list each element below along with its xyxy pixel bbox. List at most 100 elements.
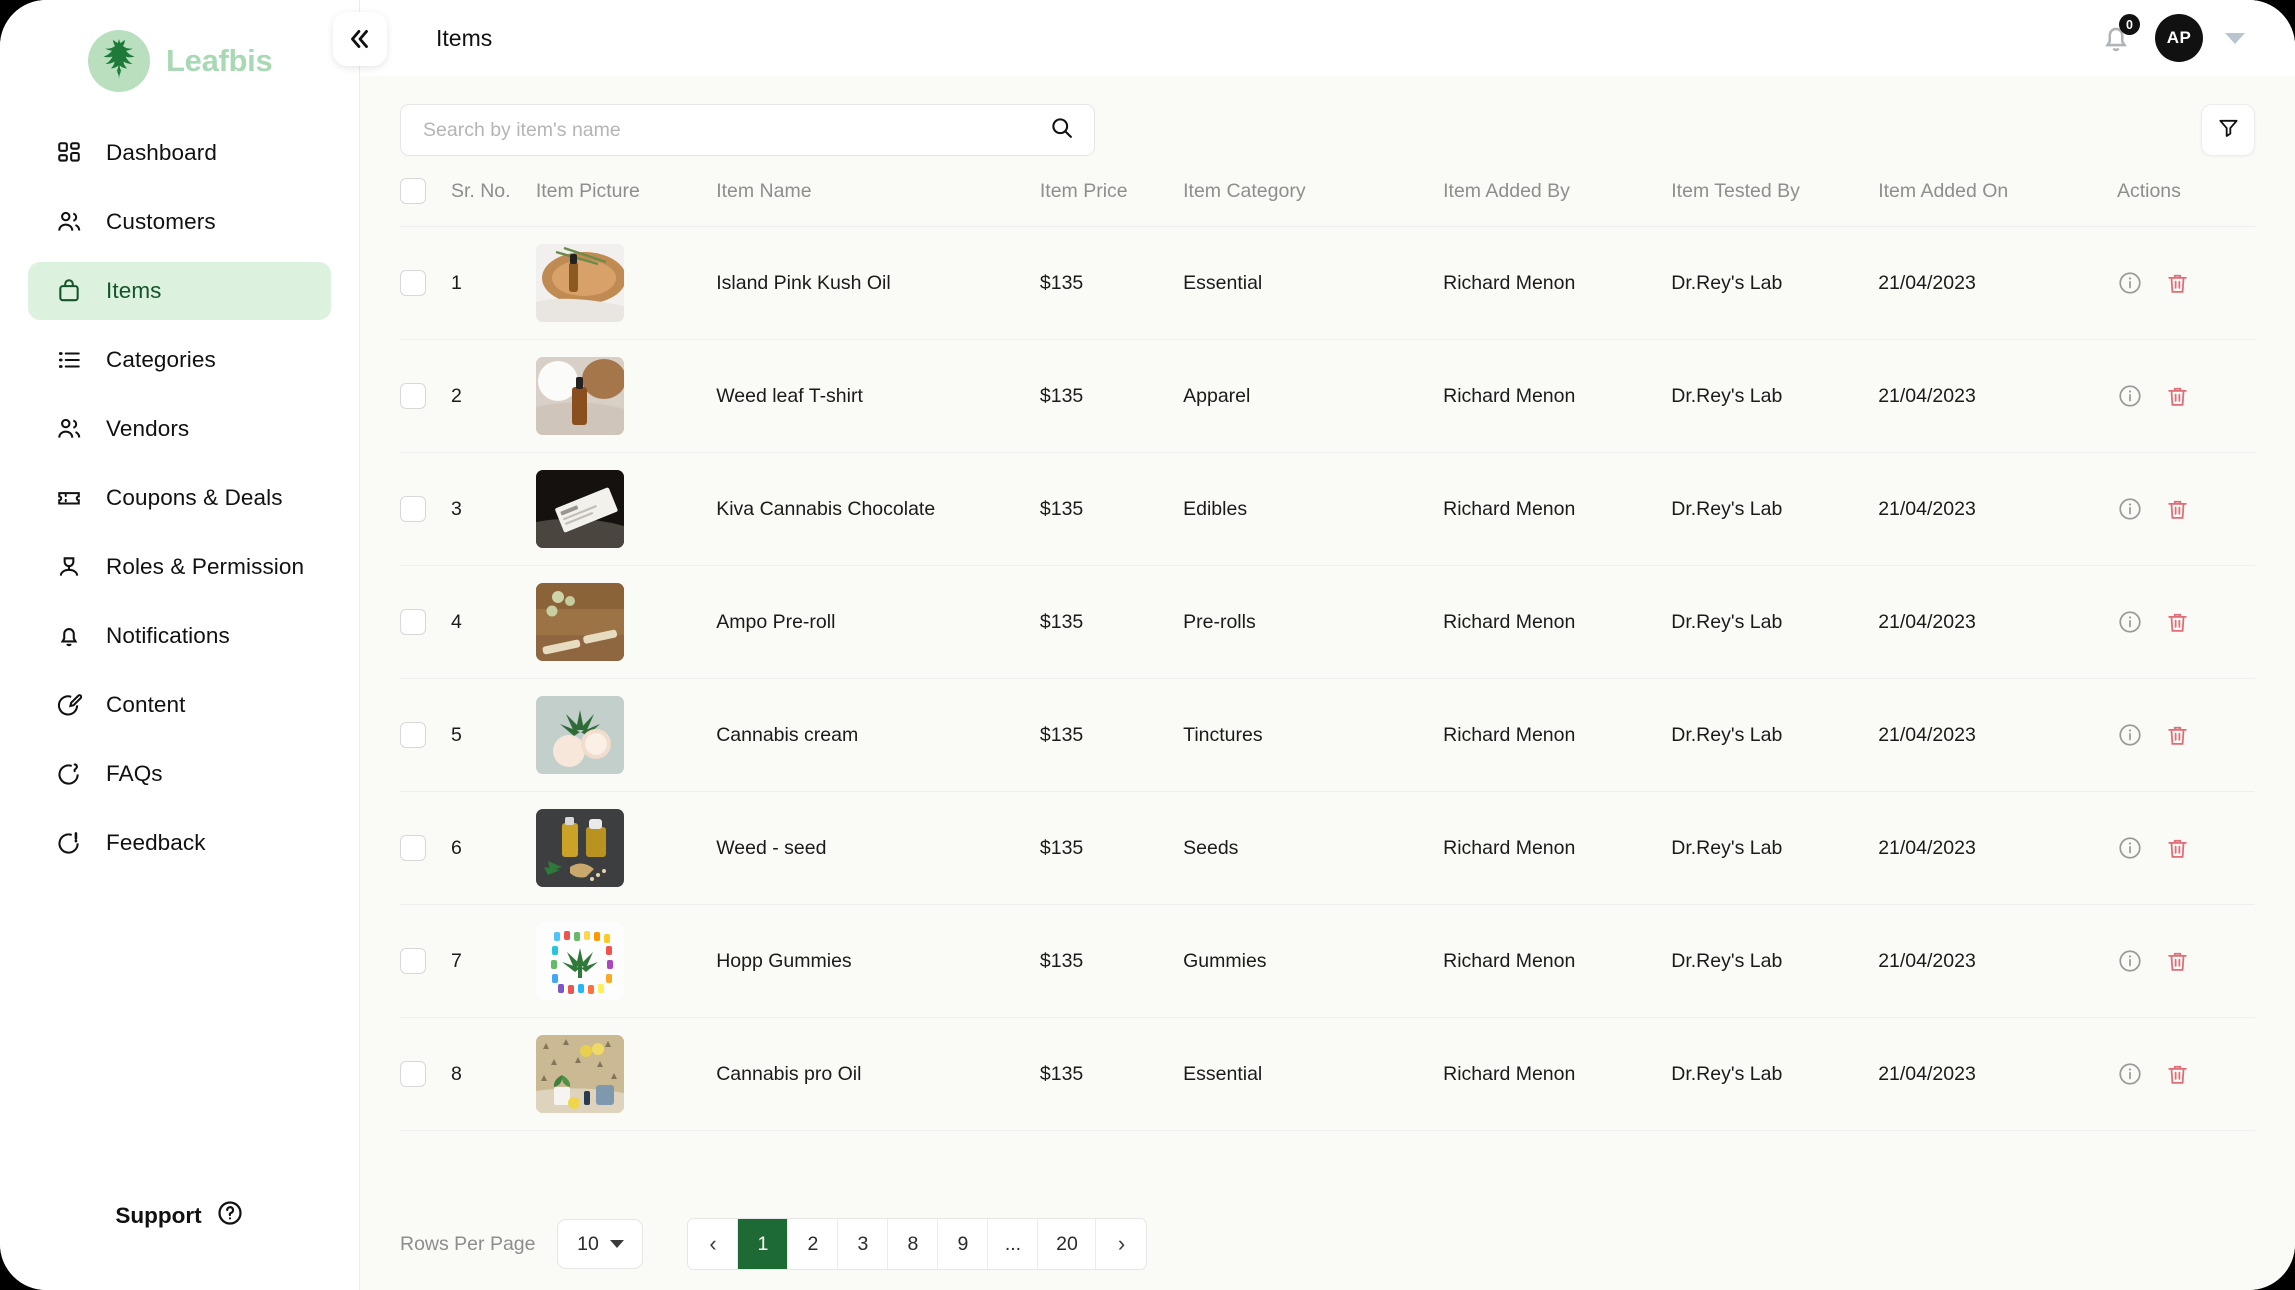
page-button-3[interactable]: 3: [838, 1219, 889, 1269]
column-header-item-added-on[interactable]: Item Added On: [1878, 178, 2117, 227]
page-ellipsis: ...: [988, 1219, 1039, 1269]
brand-logo[interactable]: Leafbis: [0, 0, 359, 96]
column-header-item-added-by[interactable]: Item Added By: [1443, 178, 1672, 227]
info-circle-icon[interactable]: [2117, 383, 2143, 409]
sidebar-item-categories[interactable]: Categories: [28, 331, 331, 389]
column-header-item-price[interactable]: Item Price: [1039, 178, 1184, 227]
sidebar-item-label: FAQs: [106, 761, 163, 786]
search-icon[interactable]: [1049, 115, 1074, 145]
sidebar-item-vendors[interactable]: Vendors: [28, 400, 331, 458]
info-circle-icon[interactable]: [2117, 496, 2143, 522]
page-title: Items: [436, 24, 493, 51]
chevron-down-icon[interactable]: [2225, 32, 2245, 44]
info-circle-icon[interactable]: [2117, 722, 2143, 748]
chevrons-left-icon[interactable]: [333, 12, 387, 66]
row-checkbox[interactable]: [400, 270, 426, 296]
trash-icon[interactable]: [2165, 1062, 2190, 1087]
page-button-2[interactable]: 2: [788, 1219, 839, 1269]
info-circle-icon[interactable]: [2117, 1061, 2143, 1087]
cell-item-picture: [535, 1017, 717, 1131]
table-row[interactable]: 5 Cannabis cream $135 Tinctures Richard …: [400, 678, 2255, 792]
row-select-cell: [400, 678, 451, 792]
row-checkbox[interactable]: [400, 1061, 426, 1087]
sidebar-item-notifications[interactable]: Notifications: [28, 607, 331, 665]
rows-per-page-value: 10: [577, 1232, 599, 1255]
row-checkbox[interactable]: [400, 835, 426, 861]
cell-sr-no: 3: [450, 452, 536, 566]
avatar[interactable]: AP: [2155, 14, 2203, 62]
select-all-checkbox[interactable]: [400, 178, 426, 204]
trash-icon[interactable]: [2165, 836, 2190, 861]
table-row[interactable]: 2 Weed leaf T-shirt $135 Apparel Richard…: [400, 339, 2255, 453]
select-all-header: [400, 178, 451, 227]
app-window: Leafbis Dashboard Customers Items Catego…: [0, 0, 2295, 1290]
page-button-8[interactable]: 8: [888, 1219, 939, 1269]
cell-actions: [2116, 904, 2255, 1018]
notification-badge: 0: [2119, 14, 2140, 35]
row-checkbox[interactable]: [400, 722, 426, 748]
cell-item-category: Pre-rolls: [1183, 565, 1444, 679]
user-shield-icon: [54, 552, 84, 582]
ticket-icon: [54, 483, 84, 513]
trash-icon[interactable]: [2165, 271, 2190, 296]
row-checkbox[interactable]: [400, 496, 426, 522]
info-circle-icon[interactable]: [2117, 270, 2143, 296]
row-checkbox[interactable]: [400, 948, 426, 974]
sidebar-item-roles-permission[interactable]: Roles & Permission: [28, 538, 331, 596]
info-circle-icon[interactable]: [2117, 835, 2143, 861]
search-input[interactable]: [423, 118, 1049, 142]
trash-icon[interactable]: [2165, 949, 2190, 974]
row-checkbox[interactable]: [400, 609, 426, 635]
cell-item-added-by: Richard Menon: [1443, 678, 1672, 792]
table-row[interactable]: 6 Weed - seed $135 Seeds Richard Menon D…: [400, 791, 2255, 905]
column-header-item-category[interactable]: Item Category: [1183, 178, 1444, 227]
cell-item-name: Island Pink Kush Oil: [716, 226, 1040, 340]
table-row[interactable]: 1 Island Pink Kush Oil $135 Essential Ri…: [400, 226, 2255, 340]
cell-item-picture: [535, 678, 717, 792]
page-button-9[interactable]: 9: [938, 1219, 989, 1269]
column-header-item-picture[interactable]: Item Picture: [535, 178, 717, 227]
sidebar-item-label: Customers: [106, 209, 216, 234]
sidebar-item-faqs[interactable]: FAQs: [28, 745, 331, 803]
column-header-sr-no[interactable]: Sr. No.: [450, 178, 536, 227]
item-thumbnail: [535, 583, 624, 661]
sidebar-item-dashboard[interactable]: Dashboard: [28, 124, 331, 182]
page-button-1[interactable]: 1: [738, 1219, 789, 1269]
table-row[interactable]: 7 Hopp Gummies $135 Gummies Richard Meno…: [400, 904, 2255, 1018]
sidebar-item-label: Notifications: [106, 623, 230, 648]
page-button-20[interactable]: 20: [1038, 1219, 1097, 1269]
cell-item-name: Cannabis cream: [716, 678, 1040, 792]
table-row[interactable]: 8 Cannabis pro Oil $135 Essential Richar…: [400, 1017, 2255, 1131]
trash-icon[interactable]: [2165, 723, 2190, 748]
sidebar-item-coupons-deals[interactable]: Coupons & Deals: [28, 469, 331, 527]
cell-item-picture: [535, 226, 717, 340]
trash-icon[interactable]: [2165, 497, 2190, 522]
sidebar-item-content[interactable]: Content: [28, 676, 331, 734]
info-circle-icon[interactable]: [2117, 609, 2143, 635]
topbar-actions: 0 AP: [2099, 14, 2259, 62]
filter-funnel-icon: [2217, 116, 2240, 144]
chevron-right-icon[interactable]: ›: [1096, 1219, 1147, 1269]
sidebar-item-customers[interactable]: Customers: [28, 193, 331, 251]
notifications-button[interactable]: 0: [2099, 14, 2140, 55]
cell-item-price: $135: [1039, 1017, 1184, 1131]
table-row[interactable]: 4 Ampo Pre-roll $135 Pre-rolls Richard M…: [400, 565, 2255, 679]
brand-name: Leafbis: [166, 43, 273, 78]
item-thumbnail: [535, 470, 624, 548]
trash-icon[interactable]: [2165, 384, 2190, 409]
info-circle-icon[interactable]: [2117, 948, 2143, 974]
column-header-item-tested-by[interactable]: Item Tested By: [1671, 178, 1879, 227]
row-checkbox[interactable]: [400, 383, 426, 409]
cell-sr-no: 6: [450, 791, 536, 905]
table-row[interactable]: 3 Kiva Cannabis Chocolate $135 Edibles R…: [400, 452, 2255, 566]
trash-icon[interactable]: [2165, 610, 2190, 635]
filter-button[interactable]: [2201, 104, 2255, 156]
column-header-item-name[interactable]: Item Name: [716, 178, 1040, 227]
bag-icon: [54, 276, 84, 306]
sidebar-item-feedback[interactable]: Feedback: [28, 814, 331, 872]
search-box[interactable]: [400, 104, 1095, 156]
rows-per-page-select[interactable]: 10: [557, 1219, 644, 1269]
chevron-left-icon[interactable]: ‹: [688, 1219, 739, 1269]
sidebar-item-items[interactable]: Items: [28, 262, 331, 320]
support-button[interactable]: Support: [0, 1199, 359, 1232]
